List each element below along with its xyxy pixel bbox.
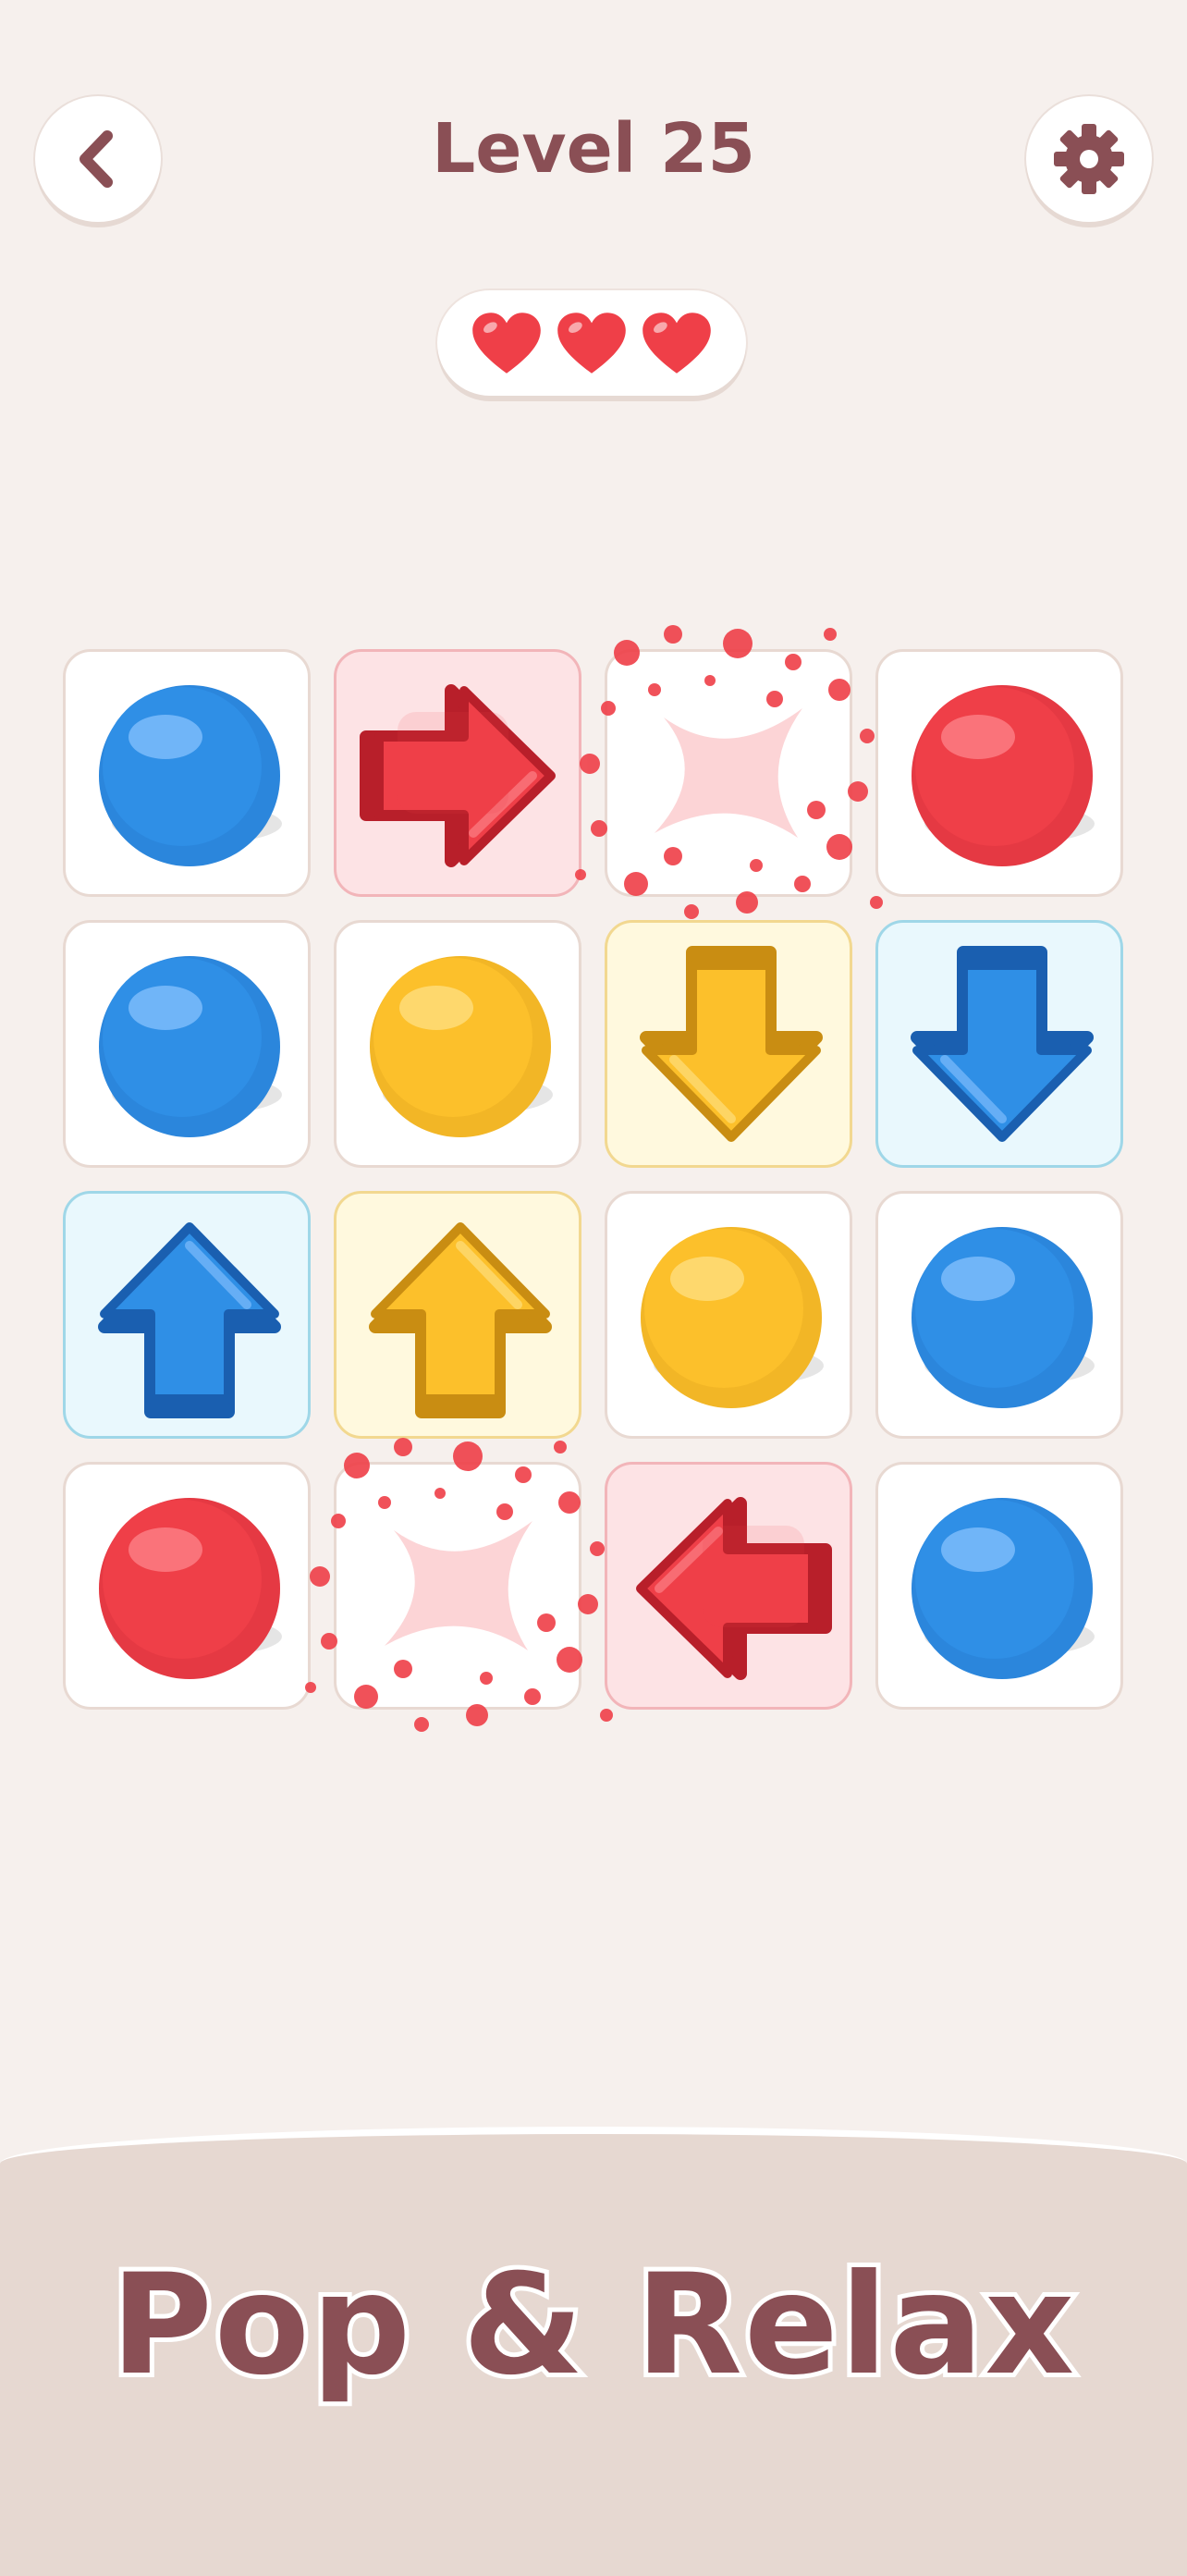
empty-tile[interactable] bbox=[605, 649, 852, 897]
blue-ball-icon bbox=[912, 1498, 1095, 1679]
ball-tile-red[interactable] bbox=[63, 1462, 311, 1710]
ball-tile-blue[interactable] bbox=[63, 920, 311, 1168]
arrow-up-icon bbox=[98, 1222, 281, 1418]
arrow-up-icon bbox=[369, 1222, 552, 1418]
ball-tile-blue[interactable] bbox=[875, 1191, 1123, 1439]
arrow-tile-up-blue[interactable] bbox=[63, 1191, 311, 1439]
yellow-ball-icon bbox=[641, 1227, 824, 1408]
arrow-down-icon bbox=[911, 946, 1094, 1142]
arrow-tile-up-yellow[interactable] bbox=[334, 1191, 581, 1439]
red-ball-icon bbox=[99, 1498, 282, 1679]
arrow-tile-down-blue[interactable] bbox=[875, 920, 1123, 1168]
ball-tile-yellow[interactable] bbox=[334, 920, 581, 1168]
arrow-tile-left-red[interactable] bbox=[605, 1462, 852, 1710]
ball-tile-red[interactable] bbox=[875, 649, 1123, 897]
blue-ball-icon bbox=[99, 685, 282, 866]
slogan-text: Pop & Relax bbox=[106, 2240, 1079, 2410]
arrow-tile-right-red[interactable] bbox=[334, 649, 581, 897]
blue-ball-icon bbox=[99, 956, 282, 1137]
arrow-left-icon bbox=[636, 1497, 832, 1680]
arrow-down-icon bbox=[640, 946, 823, 1142]
ball-tile-blue[interactable] bbox=[875, 1462, 1123, 1710]
blue-ball-icon bbox=[912, 1227, 1095, 1408]
arrow-right-icon bbox=[360, 684, 556, 867]
ball-tile-yellow[interactable] bbox=[605, 1191, 852, 1439]
empty-tile[interactable] bbox=[334, 1462, 581, 1710]
red-ball-icon bbox=[912, 685, 1095, 866]
yellow-ball-icon bbox=[370, 956, 553, 1137]
ball-tile-blue[interactable] bbox=[63, 649, 311, 897]
arrow-tile-down-yellow[interactable] bbox=[605, 920, 852, 1168]
